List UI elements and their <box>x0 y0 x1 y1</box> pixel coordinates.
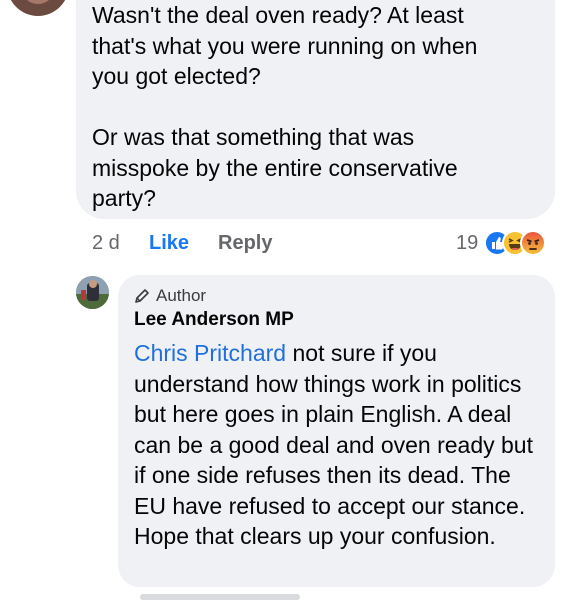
reaction-count: 19 <box>456 232 479 254</box>
pencil-icon <box>135 289 149 303</box>
reply-text: Chris Pritchard not sure if you understa… <box>134 338 544 552</box>
reply-button[interactable]: Reply <box>218 229 272 257</box>
like-button[interactable]: Like <box>149 229 189 257</box>
author-badge-label: Author <box>156 286 207 305</box>
angry-icon <box>520 230 546 256</box>
next-actions-peek <box>140 594 300 600</box>
comment-text: Wasn't the deal oven ready? At least tha… <box>92 2 478 211</box>
mention-link[interactable]: Chris Pritchard <box>134 340 286 366</box>
commenter-avatar[interactable] <box>7 0 69 16</box>
author-photo-icon <box>76 276 109 309</box>
reply-author-avatar[interactable] <box>76 276 109 309</box>
reply-body: not sure if you understand how things wo… <box>134 340 533 549</box>
reply-author-name[interactable]: Lee Anderson MP <box>134 308 294 332</box>
comment-timestamp[interactable]: 2 d <box>92 229 132 257</box>
